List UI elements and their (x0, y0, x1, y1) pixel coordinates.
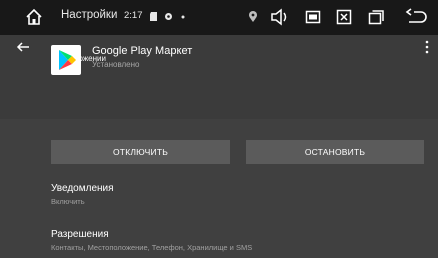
sd-card-icon (150, 12, 158, 21)
recent-apps-icon[interactable] (368, 9, 385, 25)
dot-icon (181, 15, 185, 19)
notifications-subtitle: Включить (51, 197, 85, 206)
notifications-title[interactable]: Уведомления (51, 183, 114, 194)
status-time: 2:17 (124, 10, 143, 21)
back-icon[interactable] (405, 8, 427, 26)
force-stop-button[interactable]: ОСТАНОВИТЬ (246, 140, 424, 164)
screenshot-icon[interactable] (305, 9, 321, 25)
permissions-title[interactable]: Разрешения (51, 229, 109, 240)
arrow-back-icon[interactable] (14, 38, 32, 56)
system-bar: Настройки 2:17 (0, 0, 438, 35)
google-play-icon (51, 45, 81, 75)
more-vert-icon[interactable] (422, 38, 432, 56)
status-app-title: Настройки (61, 9, 118, 21)
disable-button[interactable]: ОТКЛЮЧИТЬ (51, 140, 230, 164)
close-box-icon[interactable] (336, 9, 352, 25)
app-name: Google Play Маркет (92, 45, 193, 57)
volume-icon[interactable] (270, 8, 290, 26)
home-icon[interactable] (25, 8, 43, 26)
location-icon (249, 11, 257, 22)
app-status: Установлено (92, 60, 140, 69)
permissions-subtitle: Контакты, Местоположение, Телефон, Храни… (51, 243, 253, 252)
settings-gear-icon (164, 12, 173, 21)
